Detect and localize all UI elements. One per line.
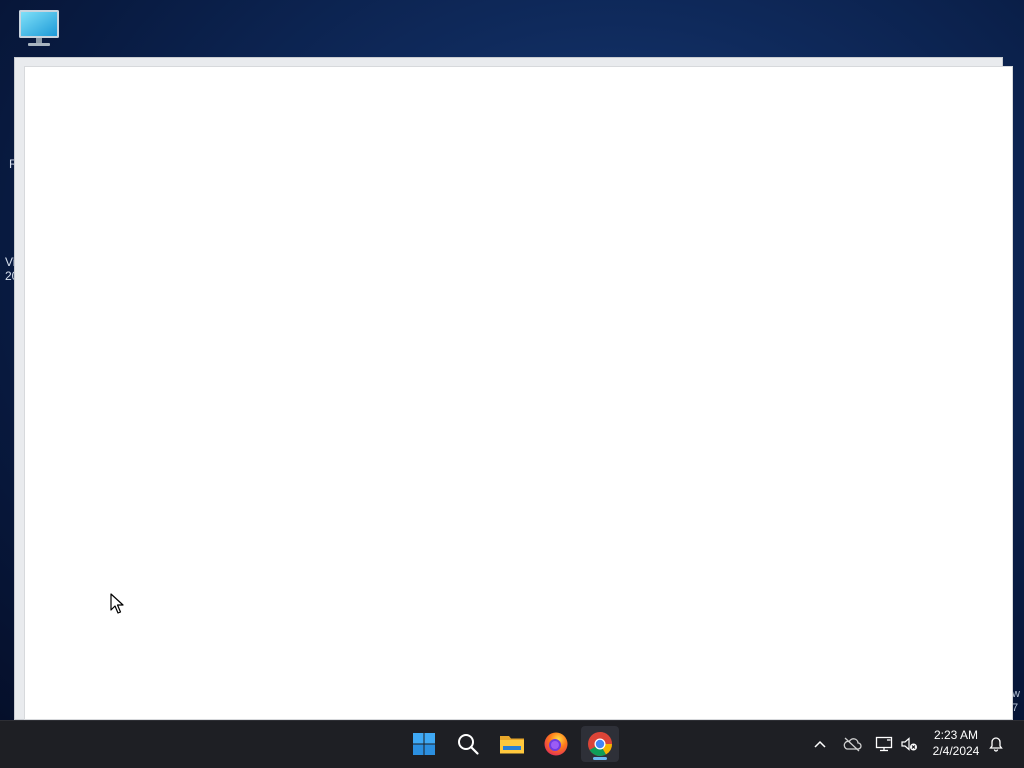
notification-bell-icon xyxy=(989,737,1003,752)
taskbar-clock[interactable]: 2:23 AM 2/4/2024 xyxy=(924,727,988,759)
search-icon xyxy=(458,734,479,755)
network-tray-button[interactable] xyxy=(872,732,896,756)
clock-date: 2/4/2024 xyxy=(932,744,980,758)
volume-muted-icon xyxy=(901,737,917,751)
taskbar-chrome[interactable] xyxy=(581,726,619,762)
cloud-offline-icon xyxy=(843,737,862,752)
active-app-indicator xyxy=(593,757,607,760)
onedrive-tray-button[interactable] xyxy=(840,732,864,756)
start-button[interactable] xyxy=(405,726,443,762)
monitor-icon xyxy=(19,10,59,46)
taskbar-file-explorer[interactable] xyxy=(493,726,531,762)
windows-logo-icon xyxy=(413,733,435,755)
desktop-icon-this-pc[interactable] xyxy=(14,8,64,52)
notifications-button[interactable] xyxy=(984,732,1008,756)
clock-time: 2:23 AM xyxy=(933,728,979,742)
desktop-label-peek: w 7 xyxy=(1012,688,1020,714)
taskbar-firefox[interactable] xyxy=(537,726,575,762)
mouse-cursor-icon xyxy=(110,593,124,614)
folder-icon xyxy=(500,736,524,754)
show-hidden-icons-button[interactable] xyxy=(808,732,832,756)
network-icon xyxy=(875,736,893,752)
chrome-icon xyxy=(588,732,612,757)
chevron-up-icon xyxy=(814,740,826,748)
firefox-icon xyxy=(544,732,568,756)
volume-tray-button[interactable] xyxy=(897,732,921,756)
taskbar-search-button[interactable] xyxy=(449,726,487,762)
application-window[interactable] xyxy=(24,66,1013,720)
